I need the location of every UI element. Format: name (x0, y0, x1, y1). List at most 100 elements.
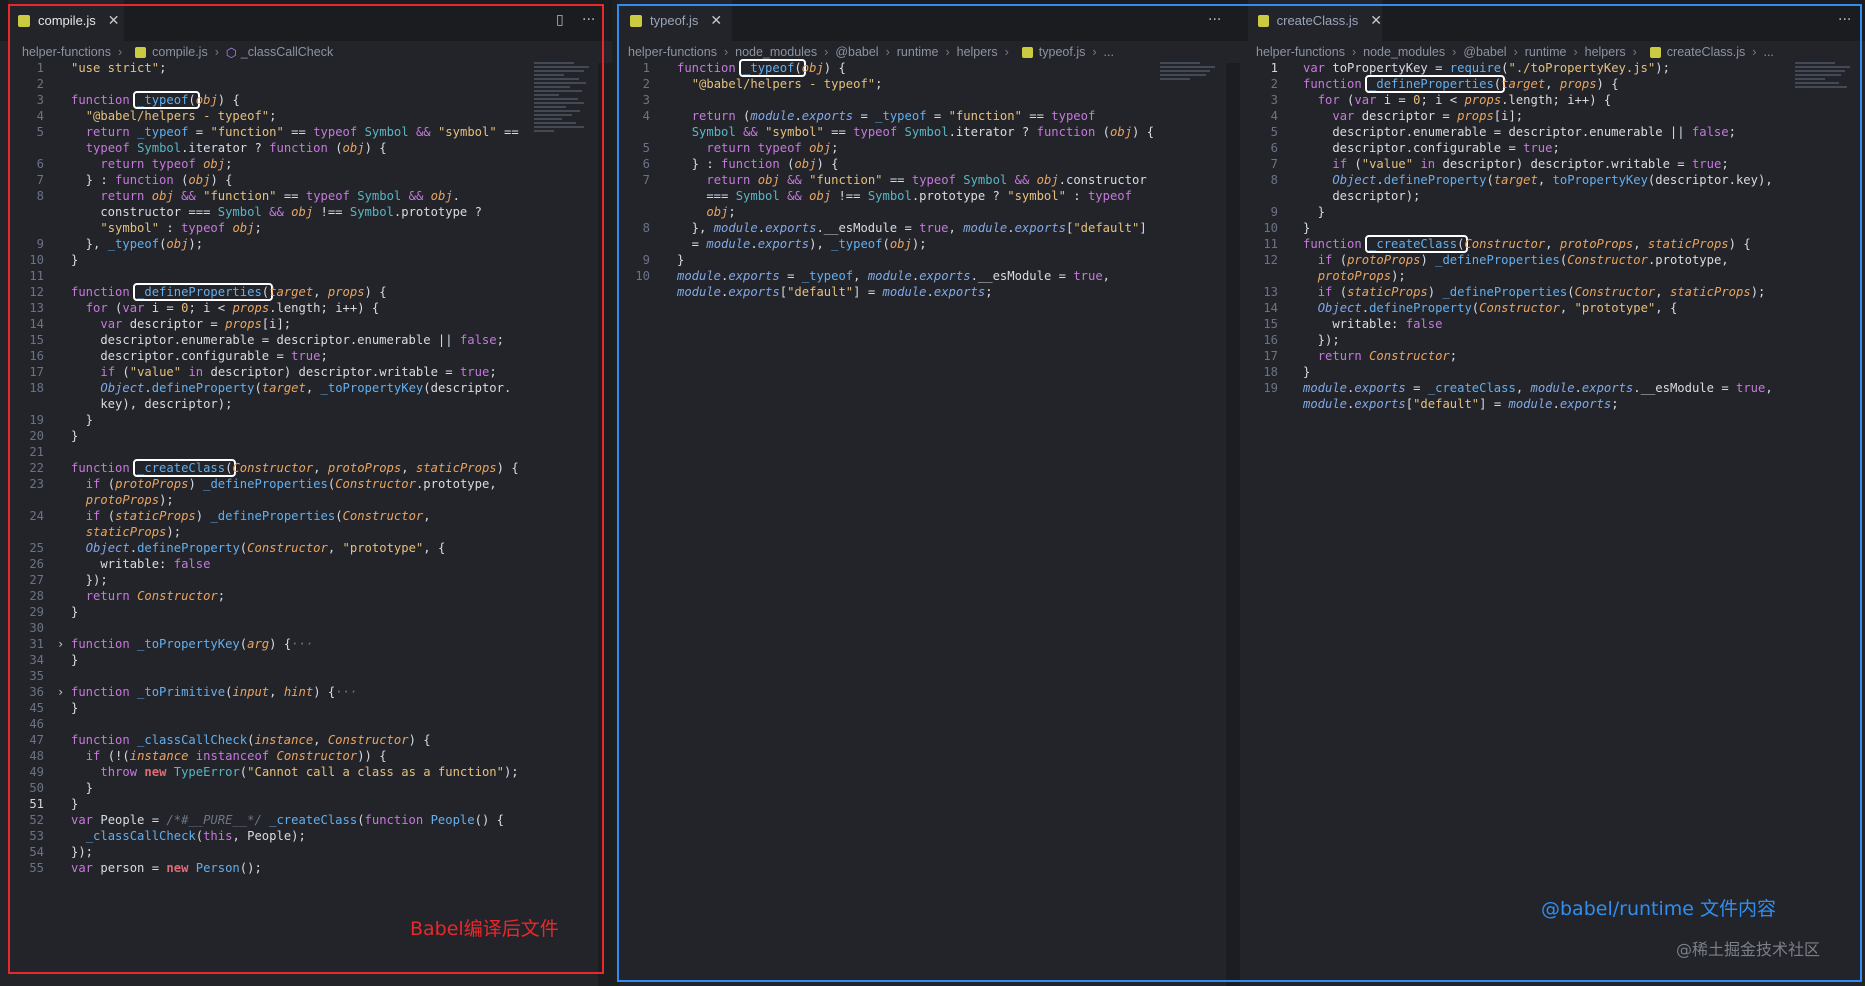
code-line[interactable]: 3 for (var i = 0; i < props.length; i++)… (1240, 92, 1865, 108)
code-line[interactable]: 3 (620, 92, 1240, 108)
code-line[interactable]: 28 return Constructor; (0, 588, 612, 604)
code-line[interactable]: 31 › function _toPropertyKey(arg) {··· (0, 636, 612, 652)
code-line[interactable]: 5 return _typeof = "function" == typeof … (0, 124, 612, 140)
code-line[interactable]: 13 if (staticProps) _defineProperties(Co… (1240, 284, 1865, 300)
code-line[interactable]: 8 Object.defineProperty(target, toProper… (1240, 172, 1865, 188)
code-line[interactable]: obj; (620, 204, 1240, 220)
breadcrumb-item[interactable]: typeof.js (1039, 45, 1086, 59)
minimap[interactable] (1795, 60, 1855, 110)
code-line[interactable]: 11 function _createClass(Constructor, pro… (1240, 235, 1865, 253)
code-line[interactable]: 4 "@babel/helpers - typeof"; (0, 108, 612, 124)
code-line[interactable]: 16 }); (1240, 332, 1865, 348)
code-line[interactable]: 5 return typeof obj; (620, 140, 1240, 156)
code-line[interactable]: 11 (0, 268, 612, 284)
code-line[interactable]: 30 (0, 620, 612, 636)
code-line[interactable]: 8 return obj && "function" == typeof Sym… (0, 188, 612, 204)
tab-createclass-js[interactable]: createClass.js ✕ (1248, 0, 1382, 41)
code-line[interactable]: descriptor); (1240, 188, 1865, 204)
code-line[interactable]: 3 function _typeof(obj) { (0, 91, 612, 109)
code-line[interactable]: 50 } (0, 780, 612, 796)
code-line[interactable]: 24 if (staticProps) _defineProperties(Co… (0, 508, 612, 524)
minimap[interactable] (1160, 60, 1220, 90)
code-line[interactable]: "symbol" : typeof obj; (0, 220, 612, 236)
more-actions-icon[interactable]: ··· (582, 12, 595, 28)
code-line[interactable]: protoProps); (0, 492, 612, 508)
breadcrumb-item[interactable]: helper-functions (628, 45, 717, 59)
breadcrumb-item[interactable]: runtime (1525, 45, 1567, 59)
code-line[interactable]: 26 writable: false (0, 556, 612, 572)
breadcrumb-item[interactable]: runtime (897, 45, 939, 59)
code-line[interactable]: 45} (0, 700, 612, 716)
code-line[interactable]: 15 writable: false (1240, 316, 1865, 332)
code-line[interactable]: = module.exports), _typeof(obj); (620, 236, 1240, 252)
code-line[interactable]: typeof Symbol.iterator ? function (obj) … (0, 140, 612, 156)
more-actions-icon[interactable]: ··· (1208, 12, 1221, 28)
code-line[interactable]: 1 function _typeof(obj) { (620, 59, 1240, 77)
code-line[interactable]: 14 var descriptor = props[i]; (0, 316, 612, 332)
breadcrumb-item[interactable]: helpers (1585, 45, 1626, 59)
code-line[interactable]: 7 } : function (obj) { (0, 172, 612, 188)
code-line[interactable]: 4 var descriptor = props[i]; (1240, 108, 1865, 124)
code-line[interactable]: module.exports["default"] = module.expor… (620, 284, 1240, 300)
code-line[interactable]: 1 var toPropertyKey = require("./toProper… (1240, 60, 1865, 76)
more-actions-icon[interactable]: ··· (1838, 12, 1851, 28)
code-line[interactable]: 7 if ("value" in descriptor) descriptor.… (1240, 156, 1865, 172)
code-line[interactable]: 2 function _defineProperties(target, prop… (1240, 75, 1865, 93)
breadcrumb-item[interactable]: compile.js (152, 45, 208, 59)
code-line[interactable]: 18 Object.defineProperty(target, _toProp… (0, 380, 612, 396)
code-line[interactable]: 36 › function _toPrimitive(input, hint) {·… (0, 684, 612, 700)
code-line[interactable]: 35 (0, 668, 612, 684)
code-line[interactable]: 49 throw new TypeError("Cannot call a cl… (0, 764, 612, 780)
code-line[interactable]: module.exports["default"] = module.expor… (1240, 396, 1865, 412)
code-line[interactable]: 4 return (module.exports = _typeof = "fu… (620, 108, 1240, 124)
code-line[interactable]: 2 "@babel/helpers - typeof"; (620, 76, 1240, 92)
code-line[interactable]: 14 Object.defineProperty(Constructor, "p… (1240, 300, 1865, 316)
code-line[interactable]: 48 if (!(instance instanceof Constructor… (0, 748, 612, 764)
close-icon[interactable]: ✕ (108, 12, 120, 29)
code-line[interactable]: 23 if (protoProps) _defineProperties(Con… (0, 476, 612, 492)
code-line[interactable]: 51} (0, 796, 612, 812)
code-line[interactable]: 22 function _createClass(Constructor, pro… (0, 459, 612, 477)
code-area[interactable]: 1 var toPropertyKey = require("./toProper… (1240, 60, 1865, 412)
code-line[interactable]: 13 for (var i = 0; i < props.length; i++… (0, 300, 612, 316)
fold-chevron-icon[interactable]: › (57, 684, 64, 700)
code-line[interactable]: 19 module.exports = _createClass, module.… (1240, 380, 1865, 396)
code-line[interactable]: 52 var People = /*#__PURE__*/ _createClas… (0, 812, 612, 828)
code-line[interactable]: 9 } (1240, 204, 1865, 220)
code-line[interactable]: staticProps); (0, 524, 612, 540)
scrollbar[interactable] (598, 63, 612, 986)
breadcrumb-item[interactable]: node_modules (1363, 45, 1445, 59)
code-line[interactable]: 1 "use strict"; (0, 60, 612, 76)
breadcrumb-item[interactable]: ... (1763, 45, 1773, 59)
code-line[interactable]: === Symbol && obj !== Symbol.prototype ?… (620, 188, 1240, 204)
code-line[interactable]: 9} (620, 252, 1240, 268)
code-line[interactable]: 46 (0, 716, 612, 732)
code-line[interactable]: 54}); (0, 844, 612, 860)
code-line[interactable]: 6 } : function (obj) { (620, 156, 1240, 172)
code-line[interactable]: 53 _classCallCheck(this, People); (0, 828, 612, 844)
code-line[interactable]: 8 }, module.exports.__esModule = true, m… (620, 220, 1240, 236)
code-line[interactable]: 17 if ("value" in descriptor) descriptor… (0, 364, 612, 380)
code-line[interactable]: 29} (0, 604, 612, 620)
code-line[interactable]: 21 (0, 444, 612, 460)
code-line[interactable]: 10} (0, 252, 612, 268)
tab-typeof-js[interactable]: typeof.js ✕ (620, 0, 732, 41)
fold-chevron-icon[interactable]: › (57, 636, 64, 652)
code-line[interactable]: 12 function _defineProperties(target, pro… (0, 283, 612, 301)
breadcrumb-item[interactable]: ... (1104, 45, 1114, 59)
breadcrumb-item[interactable]: helpers (957, 45, 998, 59)
split-editor-icon[interactable]: ▯ (556, 12, 564, 28)
breadcrumb-item[interactable]: helper-functions (1256, 45, 1345, 59)
scrollbar[interactable] (1226, 63, 1240, 986)
code-line[interactable]: 6 return typeof obj; (0, 156, 612, 172)
code-line[interactable]: 9 }, _typeof(obj); (0, 236, 612, 252)
code-line[interactable]: 20} (0, 428, 612, 444)
code-line[interactable]: 15 descriptor.enumerable = descriptor.en… (0, 332, 612, 348)
breadcrumb-item[interactable]: @babel (1463, 45, 1506, 59)
code-line[interactable]: 55 var person = new Person(); (0, 860, 612, 876)
code-line[interactable]: 7 return obj && "function" == typeof Sym… (620, 172, 1240, 188)
breadcrumb-item[interactable]: node_modules (735, 45, 817, 59)
breadcrumb-item[interactable]: helper-functions (22, 45, 111, 59)
code-line[interactable]: 27 }); (0, 572, 612, 588)
code-line[interactable]: 34} (0, 652, 612, 668)
